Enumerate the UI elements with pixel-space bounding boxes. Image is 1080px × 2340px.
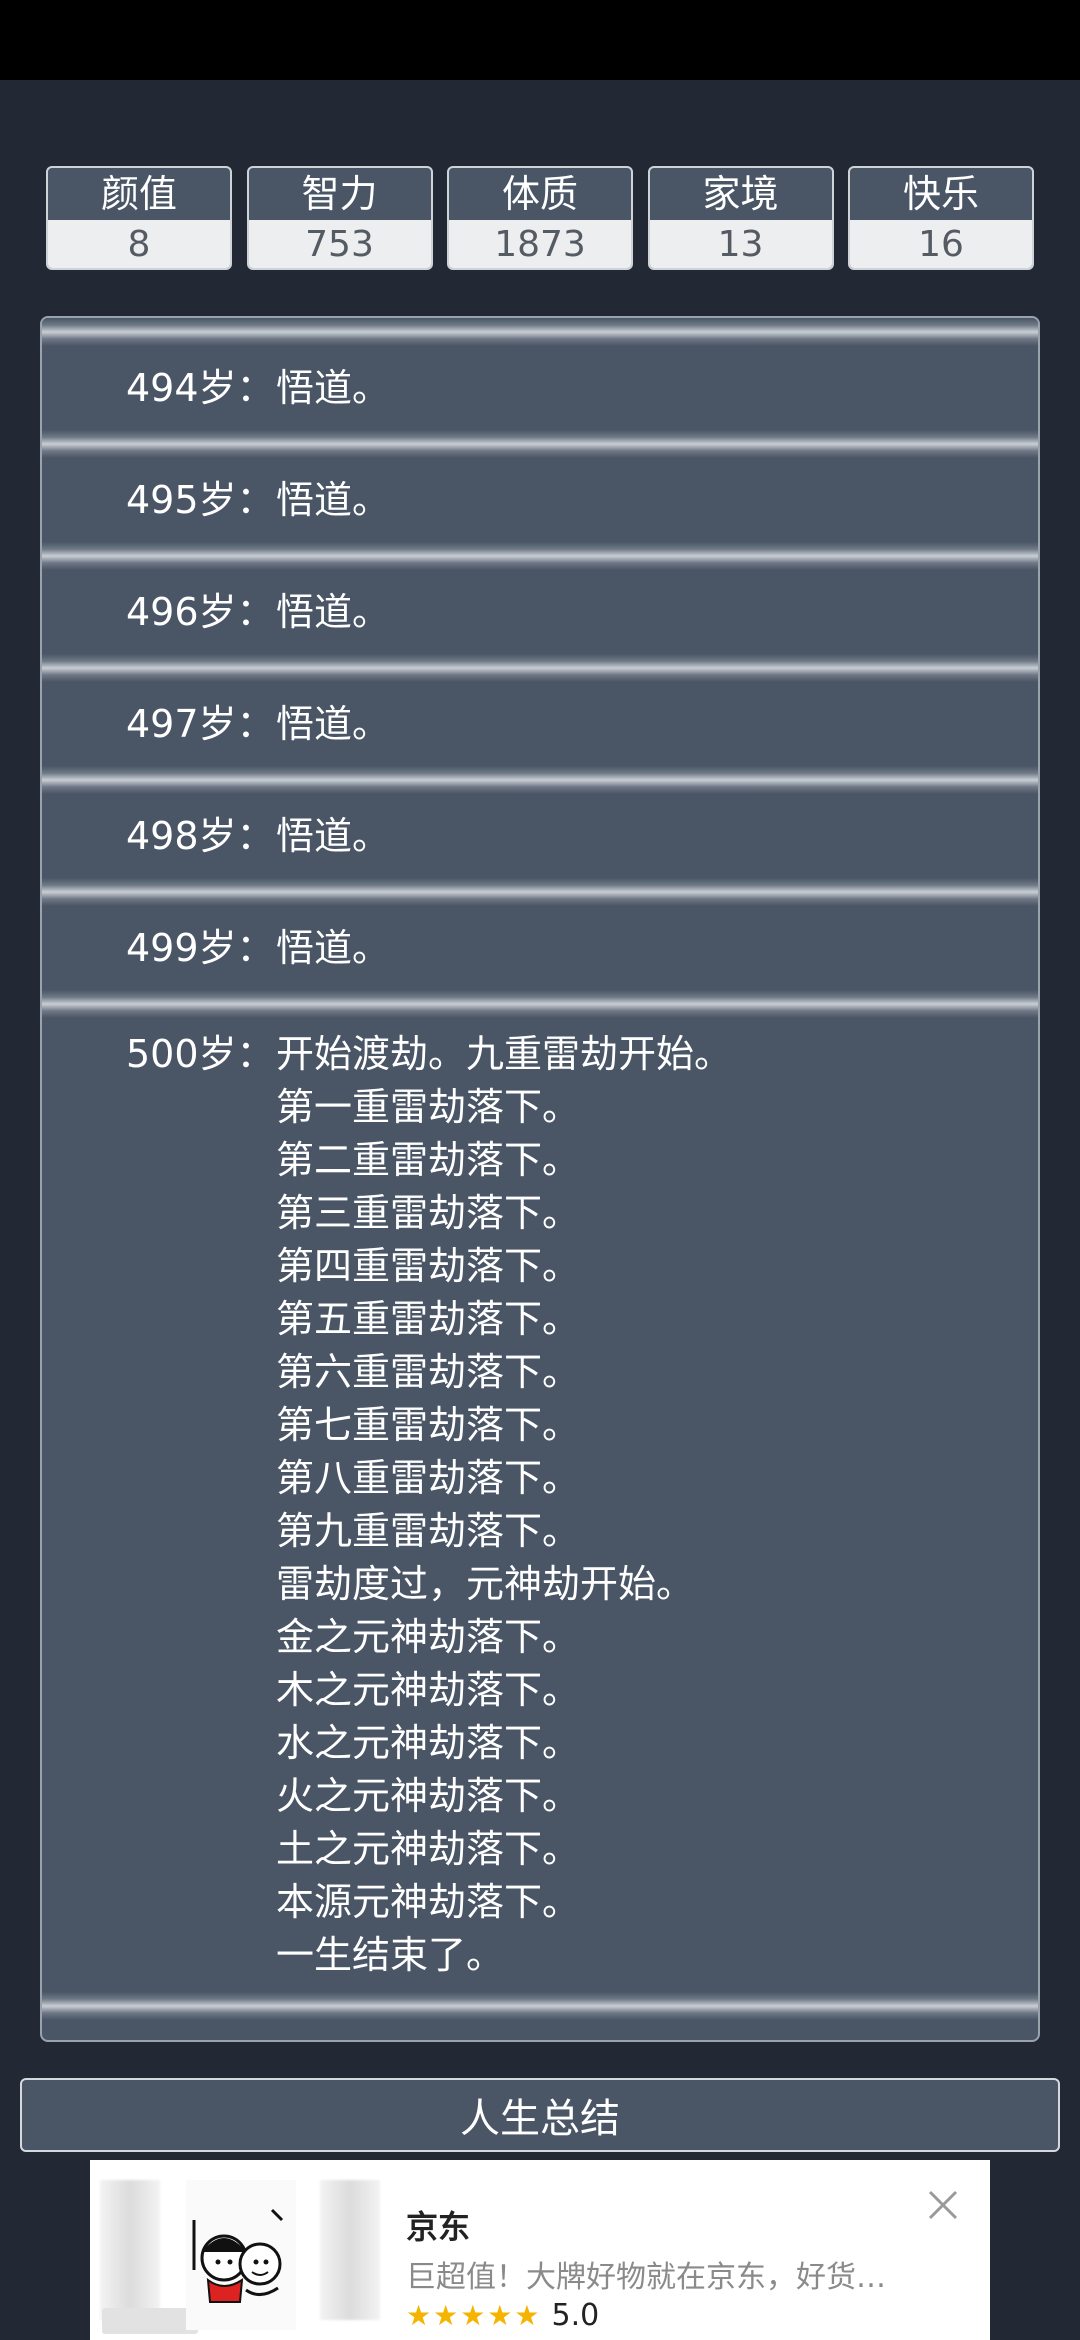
stat-constitution: 体质 1873 xyxy=(447,166,633,270)
log-event: 第五重雷劫落下。 xyxy=(276,1297,581,1341)
stat-intelligence: 智力 753 xyxy=(246,166,433,270)
divider xyxy=(42,430,1038,458)
log-age: 500岁： xyxy=(126,1032,275,1076)
ad-title[interactable]: 京东 xyxy=(406,2202,470,2248)
ad-image xyxy=(100,2180,160,2320)
log-entry: 500岁： 开始渡劫。九重雷劫开始。 第一重雷劫落下。 第二重雷劫落下。 第三重… xyxy=(42,1018,1038,1992)
log-age: 496岁： xyxy=(126,589,275,634)
log-entry: 498岁： 悟道。 xyxy=(42,794,1038,878)
divider xyxy=(42,990,1038,1018)
log-entry: 496岁： 悟道。 xyxy=(42,570,1038,654)
stat-label: 智力 xyxy=(301,172,378,216)
log-age: 497岁： xyxy=(126,701,275,746)
log-event: 悟道。 xyxy=(276,477,391,522)
log-event: 本源元神劫落下。 xyxy=(276,1880,581,1924)
log-entry: 495岁： 悟道。 xyxy=(42,458,1038,542)
close-icon[interactable] xyxy=(926,2188,960,2222)
status-bar xyxy=(0,0,1080,80)
stat-value: 16 xyxy=(850,220,1032,268)
log-event: 悟道。 xyxy=(276,813,391,858)
life-summary-button[interactable]: 人生总结 xyxy=(20,2078,1060,2152)
log-event: 雷劫度过，元神劫开始。 xyxy=(276,1562,695,1606)
ad-banner[interactable]: 京东 巨超值！大牌好物就在京东，好货… ★★★★★ 5.0 xyxy=(90,2160,990,2340)
log-event: 第三重雷劫落下。 xyxy=(276,1191,581,1235)
log-event: 第二重雷劫落下。 xyxy=(276,1138,581,1182)
log-events: 开始渡劫。九重雷劫开始。 第一重雷劫落下。 第二重雷劫落下。 第三重雷劫落下。 … xyxy=(276,1028,1038,1982)
log-entry: 494岁： 悟道。 xyxy=(42,346,1038,430)
stat-label: 家境 xyxy=(702,172,779,216)
stats-bar: 颜值 8 智力 753 体质 1873 家境 13 快乐 16 xyxy=(46,166,1034,270)
stat-value: 13 xyxy=(649,220,832,268)
log-event: 悟道。 xyxy=(276,925,391,970)
stat-happiness: 快乐 16 xyxy=(848,166,1034,270)
log-age: 495岁： xyxy=(126,477,275,522)
log-event: 第一重雷劫落下。 xyxy=(276,1085,581,1129)
log-event: 水之元神劫落下。 xyxy=(276,1721,581,1765)
stat-label: 体质 xyxy=(501,172,578,216)
log-event: 第九重雷劫落下。 xyxy=(276,1509,581,1553)
ad-rating-value: 5.0 xyxy=(551,2298,600,2333)
ad-image xyxy=(320,2180,380,2320)
stat-appearance: 颜值 8 xyxy=(46,166,232,270)
divider xyxy=(42,654,1038,682)
log-age: 498岁： xyxy=(126,813,275,858)
log-event: 金之元神劫落下。 xyxy=(276,1615,581,1659)
life-log[interactable]: 494岁： 悟道。 495岁： 悟道。 496岁： 悟道。 497岁： 悟道。 … xyxy=(40,316,1040,2042)
divider xyxy=(42,542,1038,570)
ad-rating: ★★★★★ 5.0 xyxy=(406,2298,599,2333)
log-event: 一生结束了。 xyxy=(276,1933,505,1977)
log-event: 悟道。 xyxy=(276,589,391,634)
stat-label: 颜值 xyxy=(100,172,177,216)
log-entry: 497岁： 悟道。 xyxy=(42,682,1038,766)
log-event: 开始渡劫。九重雷劫开始。 xyxy=(276,1032,733,1076)
log-event: 土之元神劫落下。 xyxy=(276,1827,581,1871)
log-event: 第七重雷劫落下。 xyxy=(276,1403,581,1447)
stat-family: 家境 13 xyxy=(647,166,834,270)
log-entry: 499岁： 悟道。 xyxy=(42,906,1038,990)
log-event: 第四重雷劫落下。 xyxy=(276,1244,581,1288)
ad-description[interactable]: 巨超值！大牌好物就在京东，好货… xyxy=(406,2252,886,2296)
stat-label: 快乐 xyxy=(902,172,979,216)
ad-image xyxy=(186,2180,296,2330)
log-event: 悟道。 xyxy=(276,365,391,410)
log-event: 木之元神劫落下。 xyxy=(276,1668,581,1712)
divider xyxy=(42,766,1038,794)
log-event: 火之元神劫落下。 xyxy=(276,1774,581,1818)
log-age: 499岁： xyxy=(126,925,275,970)
divider xyxy=(42,318,1038,346)
stat-value: 1873 xyxy=(449,220,631,268)
log-age: 494岁： xyxy=(126,365,275,410)
log-event: 第八重雷劫落下。 xyxy=(276,1456,581,1500)
log-event: 悟道。 xyxy=(276,701,391,746)
divider xyxy=(42,878,1038,906)
stat-value: 753 xyxy=(248,220,431,268)
stat-value: 8 xyxy=(48,220,230,268)
ad-image-caption xyxy=(102,2308,198,2334)
star-rating-icon: ★★★★★ xyxy=(406,2299,542,2332)
log-event: 第六重雷劫落下。 xyxy=(276,1350,581,1394)
divider xyxy=(42,1992,1038,2020)
